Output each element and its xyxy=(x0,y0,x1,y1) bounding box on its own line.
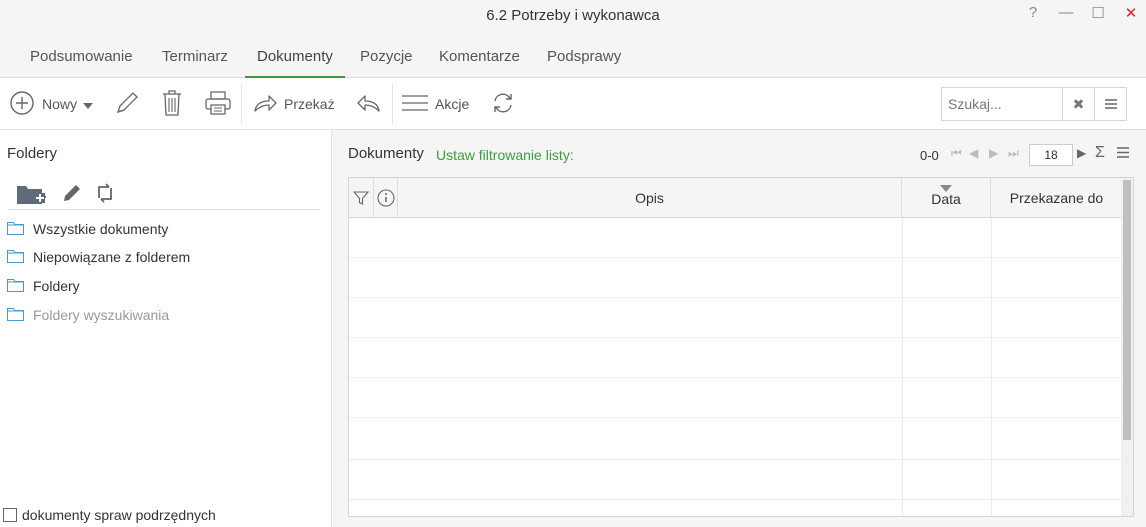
documents-title: Dokumenty xyxy=(348,145,424,162)
folder-folders[interactable]: Foldery xyxy=(7,276,80,296)
sort-desc-icon xyxy=(940,179,952,195)
tab-dokumenty[interactable]: Dokumenty xyxy=(245,36,345,78)
folder-icon xyxy=(7,221,33,238)
actions-button[interactable]: Akcje xyxy=(401,86,469,122)
table-row[interactable] xyxy=(349,418,1123,460)
table-header: Opis Data Przekazane do xyxy=(349,178,1133,218)
delete-button[interactable] xyxy=(160,86,184,122)
folder-unassigned[interactable]: Niepowiązane z folderem xyxy=(7,247,190,267)
plus-circle-icon xyxy=(10,90,34,118)
documents-panel: Dokumenty Ustaw filtrowanie listy: 0-0 ⏮… xyxy=(332,130,1146,527)
page-size-arrow-icon[interactable]: ▶ xyxy=(1077,146,1086,160)
tab-podsumowanie[interactable]: Podsumowanie xyxy=(18,36,145,78)
first-page-icon[interactable]: ⏮ xyxy=(951,146,962,161)
maximize-button[interactable]: ☐ xyxy=(1087,4,1109,22)
folder-label: Niepowiązane z folderem xyxy=(33,249,191,265)
toolbar: Nowy Przekaż Akcje Szukaj... ✖ xyxy=(0,78,1146,130)
folder-icon xyxy=(7,307,33,324)
checkbox-box[interactable] xyxy=(3,508,17,522)
tab-podsprawy[interactable]: Podsprawy xyxy=(535,36,633,78)
filter-column-icon[interactable] xyxy=(349,178,374,218)
close-button[interactable]: ✕ xyxy=(1120,4,1142,22)
folders-title: Foldery xyxy=(7,145,58,162)
reply-arrow-icon xyxy=(355,93,381,116)
vertical-scrollbar[interactable] xyxy=(1121,178,1133,516)
print-button[interactable] xyxy=(204,86,232,122)
table-row[interactable] xyxy=(349,298,1123,338)
edit-folder-icon[interactable] xyxy=(61,182,83,207)
printer-icon xyxy=(204,90,232,119)
column-description[interactable]: Opis xyxy=(398,178,902,218)
list-menu-icon[interactable] xyxy=(1117,147,1129,161)
sum-icon[interactable]: Σ xyxy=(1095,144,1105,162)
new-button[interactable]: Nowy xyxy=(10,86,94,122)
documents-table: Opis Data Przekazane do xyxy=(348,177,1134,517)
folders-panel: Foldery Wszystkie dokumenty Niepowiązane… xyxy=(0,130,332,527)
table-row[interactable] xyxy=(349,218,1123,258)
trash-icon xyxy=(160,89,184,120)
folder-search-folders[interactable]: Foldery wyszukiwania xyxy=(7,305,169,325)
forward-button-label: Przekaż xyxy=(284,96,335,112)
reply-button[interactable] xyxy=(355,86,381,122)
clear-x-icon: ✖ xyxy=(1072,95,1085,112)
tab-komentarze[interactable]: Komentarze xyxy=(427,36,532,78)
search-box: ✖ xyxy=(941,87,1127,121)
search-menu-button[interactable] xyxy=(1094,88,1126,120)
scrollbar-thumb[interactable] xyxy=(1123,180,1131,440)
folder-label: Wszystkie dokumenty xyxy=(33,221,169,237)
record-range: 0-0 xyxy=(920,148,939,163)
refresh-button[interactable] xyxy=(491,86,515,122)
minimize-button[interactable]: — xyxy=(1055,4,1077,21)
tab-terminarz[interactable]: Terminarz xyxy=(150,36,240,78)
folder-icon xyxy=(7,249,33,266)
folder-icon xyxy=(7,278,33,295)
folder-all-documents[interactable]: Wszystkie dokumenty xyxy=(7,219,168,239)
new-button-label: Nowy xyxy=(42,96,78,112)
refresh-icon xyxy=(491,91,515,118)
refresh-folders-icon[interactable] xyxy=(95,182,115,207)
add-folder-icon[interactable] xyxy=(16,182,46,209)
page-size-input[interactable]: 18 xyxy=(1029,144,1073,166)
table-row[interactable] xyxy=(349,338,1123,378)
window-title: 6.2 Potrzeby i wykonawca xyxy=(486,7,660,24)
actions-button-label: Akcje xyxy=(435,96,470,112)
clear-search-button[interactable]: ✖ xyxy=(1062,88,1094,120)
column-forwarded-to[interactable]: Przekazane do xyxy=(991,178,1123,218)
table-row[interactable] xyxy=(349,378,1123,418)
folders-toolbar xyxy=(8,178,320,210)
forward-button[interactable]: Przekaż xyxy=(253,86,335,122)
prev-page-icon[interactable]: ◀ xyxy=(969,146,978,160)
toolbar-divider xyxy=(392,84,393,124)
toolbar-divider xyxy=(241,84,242,124)
hamburger-icon xyxy=(401,93,429,116)
folder-label: Foldery xyxy=(33,278,80,294)
table-row[interactable] xyxy=(349,460,1123,500)
checkbox-label: dokumenty spraw podrzędnych xyxy=(22,507,216,523)
edit-button[interactable] xyxy=(114,86,140,122)
caret-down-icon xyxy=(83,96,94,112)
pencil-icon xyxy=(114,90,140,119)
set-filter-link[interactable]: Ustaw filtrowanie listy: xyxy=(436,147,574,163)
column-date[interactable]: Data xyxy=(902,178,991,218)
folder-label: Foldery wyszukiwania xyxy=(33,307,170,323)
subcase-documents-checkbox[interactable]: dokumenty spraw podrzędnych xyxy=(3,507,216,523)
hamburger-icon xyxy=(1104,96,1117,112)
table-row[interactable] xyxy=(349,258,1123,298)
info-column-icon[interactable] xyxy=(374,178,398,218)
tab-bar: Podsumowanie Terminarz Dokumenty Pozycje… xyxy=(0,36,1146,78)
next-page-icon[interactable]: ▶ xyxy=(989,146,998,160)
help-button[interactable]: ? xyxy=(1022,4,1044,21)
search-input[interactable] xyxy=(942,88,1062,120)
forward-arrow-icon xyxy=(253,93,277,116)
tab-pozycje[interactable]: Pozycje xyxy=(348,36,425,78)
last-page-icon[interactable]: ⏭ xyxy=(1008,146,1019,161)
title-bar: 6.2 Potrzeby i wykonawca ? — ☐ ✕ xyxy=(0,0,1146,32)
